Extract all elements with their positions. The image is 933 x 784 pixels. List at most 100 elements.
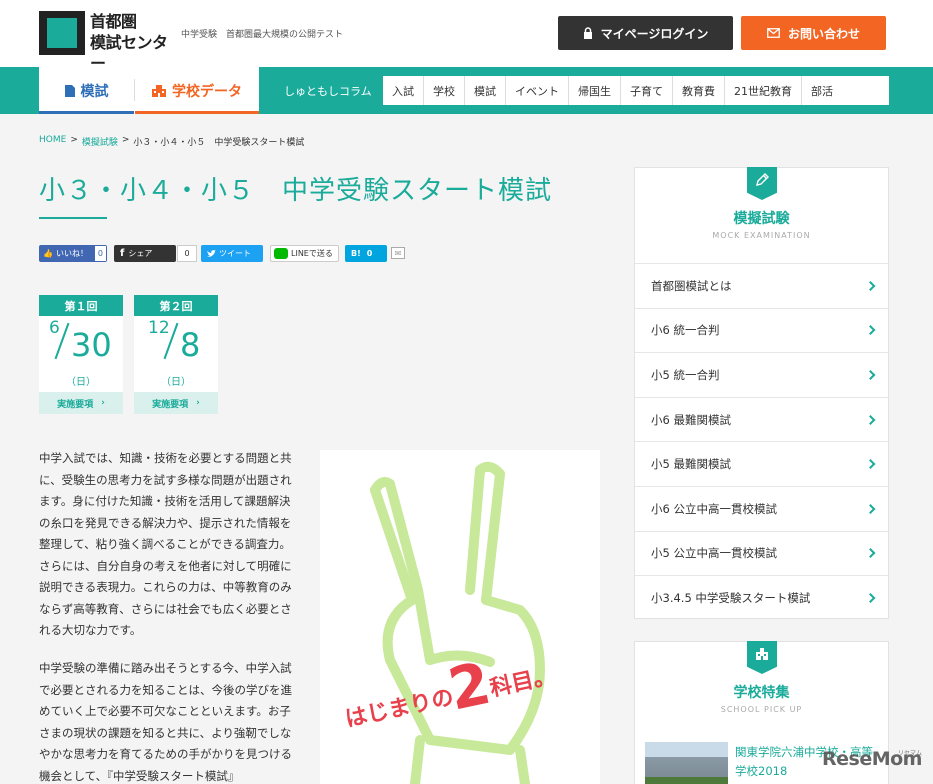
thumbs-up-icon: 👍 xyxy=(43,249,53,258)
contact-button[interactable]: お問い合わせ xyxy=(741,16,886,50)
hatena-label: B! xyxy=(351,249,361,258)
tab-moshi[interactable]: 模試 xyxy=(39,67,134,114)
sidebar-item[interactable]: 小3.4.5 中学受験スタート模試 xyxy=(635,575,888,620)
share-count: 0 xyxy=(177,245,197,262)
exam-round: 第１回 xyxy=(39,295,123,316)
contact-label: お問い合わせ xyxy=(787,26,860,41)
tab-moshi-label: 模試 xyxy=(80,83,109,100)
like-label: いいね！ xyxy=(55,249,88,258)
logo-text[interactable]: 首都圏 模試センター xyxy=(90,11,170,74)
breadcrumb-separator: > xyxy=(121,135,130,145)
sidebar-item-label: 小6 統一合判 xyxy=(651,323,720,338)
sidebar-item[interactable]: 首都圏模試とは xyxy=(635,263,888,308)
exam-day: 30 xyxy=(71,326,112,364)
sidebar-item[interactable]: 小6 最難関模試 xyxy=(635,396,888,442)
chevron-right-icon xyxy=(865,280,876,291)
category-item[interactable]: 21世紀教育 xyxy=(725,76,802,105)
tab-school-data[interactable]: 学校データ xyxy=(135,67,259,114)
tab-school-underline xyxy=(135,111,259,114)
sidebar-title: 模擬試験 xyxy=(733,211,790,227)
sidebar-item-label: 小6 公立中高一貫校模試 xyxy=(651,501,777,516)
chevron-right-icon xyxy=(865,593,876,603)
intro-paragraph: 中学入試では、知識・技術を必要とする問題と共に、受験生の思考力を試す多様な問題が… xyxy=(39,451,292,637)
tweet-button[interactable]: ツイート xyxy=(201,245,263,262)
breadcrumb-current: 小３・小４・小５ 中学受験スタート模試 xyxy=(133,138,305,148)
line-label: LINEで送る xyxy=(291,249,333,258)
logo-mark[interactable] xyxy=(39,11,85,55)
tweet-label: ツイート xyxy=(219,249,251,258)
hero-image: はじまりの 2 科目。 xyxy=(320,450,600,784)
exam-guideline-label: 実施要項 xyxy=(152,399,189,410)
category-item[interactable]: 入試 xyxy=(383,76,424,105)
category-item[interactable]: 帰国生 xyxy=(569,76,621,105)
sidebar-item[interactable]: 小5 統一合判 xyxy=(635,352,888,397)
resemom-watermark-sub: リセマム xyxy=(898,750,923,757)
exam-guideline-label: 実施要項 xyxy=(57,399,94,410)
chevron-right-icon xyxy=(865,325,876,336)
logo-mark-inner xyxy=(47,18,77,48)
breadcrumb: HOME > 模擬試験 > 小３・小４・小５ 中学受験スタート模試 xyxy=(39,135,304,148)
category-item[interactable]: 模試 xyxy=(465,76,506,105)
exam-weekday: （日） xyxy=(161,377,191,388)
facebook-like-button[interactable]: 👍 いいね！ 0 xyxy=(39,245,107,262)
category-menu: 入試 学校 模試 イベント 帰国生 子育て 教育費 21世紀教育 部活 xyxy=(383,76,889,105)
column-label[interactable]: しゅともしコラム xyxy=(284,83,372,99)
category-item[interactable]: 学校 xyxy=(424,76,465,105)
facebook-icon: f xyxy=(120,248,125,259)
exam-day: 8 xyxy=(180,326,201,364)
school-thumbnail[interactable] xyxy=(645,742,728,784)
exam-date-body: 6 30 （日） xyxy=(39,316,123,392)
breadcrumb-mock[interactable]: 模擬試験 xyxy=(82,135,118,148)
category-item[interactable]: 子育て xyxy=(621,76,673,105)
building-icon xyxy=(756,648,768,660)
tab-school-label: 学校データ xyxy=(172,83,242,100)
sidebar-item-label: 小5 最難関模試 xyxy=(651,457,731,472)
sidebar-item[interactable]: 小5 最難関模試 xyxy=(635,441,888,486)
chevron-right-icon: › xyxy=(196,398,200,408)
sidebar-item-label: 小5 統一合判 xyxy=(651,367,720,382)
exam-guideline-link[interactable]: 実施要項 › xyxy=(39,392,123,414)
exam-date-body: 12 8 （日） xyxy=(134,316,218,392)
mail-share-icon[interactable]: ✉ xyxy=(391,247,405,259)
mypage-login-button[interactable]: マイページログイン xyxy=(558,16,733,50)
line-share-button[interactable]: LINEで送る xyxy=(270,245,339,262)
share-label: シェア xyxy=(128,249,153,258)
exam-month: 12 xyxy=(148,318,170,338)
sidebar-list: 首都圏模試とは 小6 統一合判 小5 統一合判 小6 最難関模試 小5 最難関模… xyxy=(635,263,888,620)
exam-round: 第２回 xyxy=(134,295,218,316)
like-count: 0 xyxy=(94,246,106,261)
chevron-right-icon xyxy=(865,370,876,380)
sidebar-item[interactable]: 小5 公立中高一貫校模試 xyxy=(635,530,888,576)
category-item[interactable]: 部活 xyxy=(802,76,842,105)
hero-text-start: はじまりの xyxy=(343,685,456,732)
tab-moshi-underline xyxy=(39,111,134,114)
sidebar-mock-panel: 模擬試験 MOCK EXAMINATION 首都圏模試とは 小6 統一合判 小5… xyxy=(634,167,889,619)
chevron-right-icon xyxy=(865,459,876,470)
title-underline xyxy=(39,217,107,219)
document-icon xyxy=(64,84,75,97)
school-icon xyxy=(152,84,166,97)
hatena-count: 0 xyxy=(366,249,373,258)
hatena-bookmark-button[interactable]: B! 0 xyxy=(345,245,387,262)
twitter-bird-icon xyxy=(207,249,216,257)
sidebar-item[interactable]: 小6 公立中高一貫校模試 xyxy=(635,485,888,531)
category-item[interactable]: 教育費 xyxy=(673,76,725,105)
line-icon xyxy=(274,248,288,259)
second-paragraph: 中学受験の準備に踏み出そうとする今、中学入試で必要とされる力を知ることは、今後の… xyxy=(39,661,292,783)
peace-sign-hand-illustration: はじまりの 2 科目。 xyxy=(343,461,558,784)
sidebar-item[interactable]: 小6 統一合判 xyxy=(635,307,888,353)
sidebar2-title: 学校特集 xyxy=(733,685,790,701)
sidebar-item-label: 小5 公立中高一貫校模試 xyxy=(651,546,777,561)
breadcrumb-separator: > xyxy=(70,135,78,145)
breadcrumb-home[interactable]: HOME xyxy=(39,135,66,148)
mypage-login-label: マイページログイン xyxy=(600,26,709,41)
sidebar-item-label: 小6 最難関模試 xyxy=(651,412,731,427)
sidebar-subtitle: MOCK EXAMINATION xyxy=(712,231,811,240)
category-item[interactable]: イベント xyxy=(506,76,569,105)
exam-month: 6 xyxy=(49,318,60,338)
facebook-share-button[interactable]: f シェア xyxy=(114,245,176,262)
exam-guideline-link[interactable]: 実施要項 › xyxy=(134,392,218,414)
pencil-ribbon xyxy=(747,167,777,200)
chevron-right-icon xyxy=(865,414,876,425)
chevron-right-icon xyxy=(865,548,876,559)
